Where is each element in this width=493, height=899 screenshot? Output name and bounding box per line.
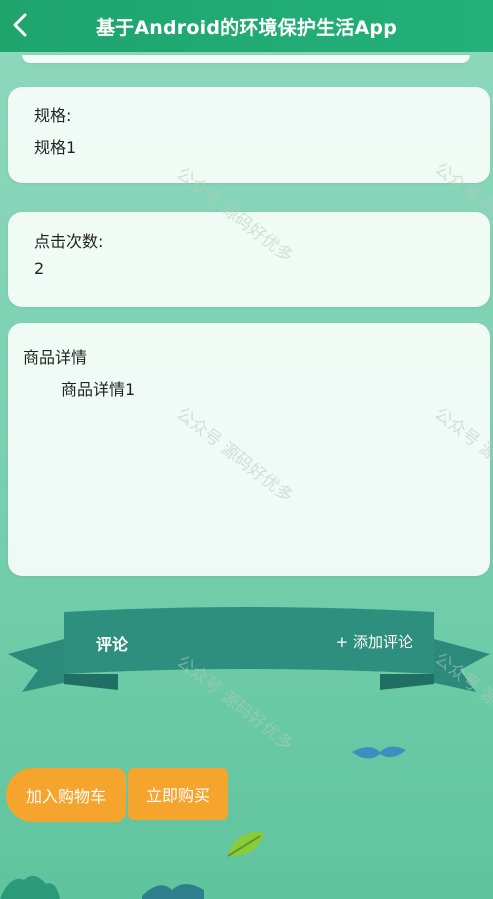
butterfly-icon-bottom bbox=[142, 884, 204, 899]
add-to-cart-button[interactable]: 加入购物车 bbox=[6, 768, 126, 822]
back-button[interactable] bbox=[6, 10, 34, 40]
page-title: 基于Android的环境保护生活App bbox=[95, 16, 398, 39]
comments-title: 评论 bbox=[96, 635, 129, 654]
previous-card-edge bbox=[22, 55, 470, 63]
buy-now-button[interactable]: 立即购买 bbox=[128, 768, 228, 820]
spec-label: 规格: bbox=[34, 106, 72, 125]
add-comment-button[interactable]: + 添加评论 bbox=[336, 631, 413, 652]
product-detail-label: 商品详情 bbox=[23, 348, 88, 367]
chevron-left-icon bbox=[13, 13, 27, 37]
leaf-icon bbox=[227, 831, 264, 857]
click-count-value: 2 bbox=[34, 259, 45, 278]
product-detail-value: 商品详情1 bbox=[61, 380, 136, 399]
app-header: 基于Android的环境保护生活App bbox=[0, 0, 493, 52]
butterfly-icon bbox=[352, 746, 406, 759]
spec-value: 规格1 bbox=[34, 138, 77, 157]
spec-card: 规格: 规格1 bbox=[8, 87, 490, 183]
comments-ribbon bbox=[8, 607, 490, 692]
foliage-icon bbox=[0, 875, 60, 899]
click-count-label: 点击次数: bbox=[34, 232, 104, 251]
